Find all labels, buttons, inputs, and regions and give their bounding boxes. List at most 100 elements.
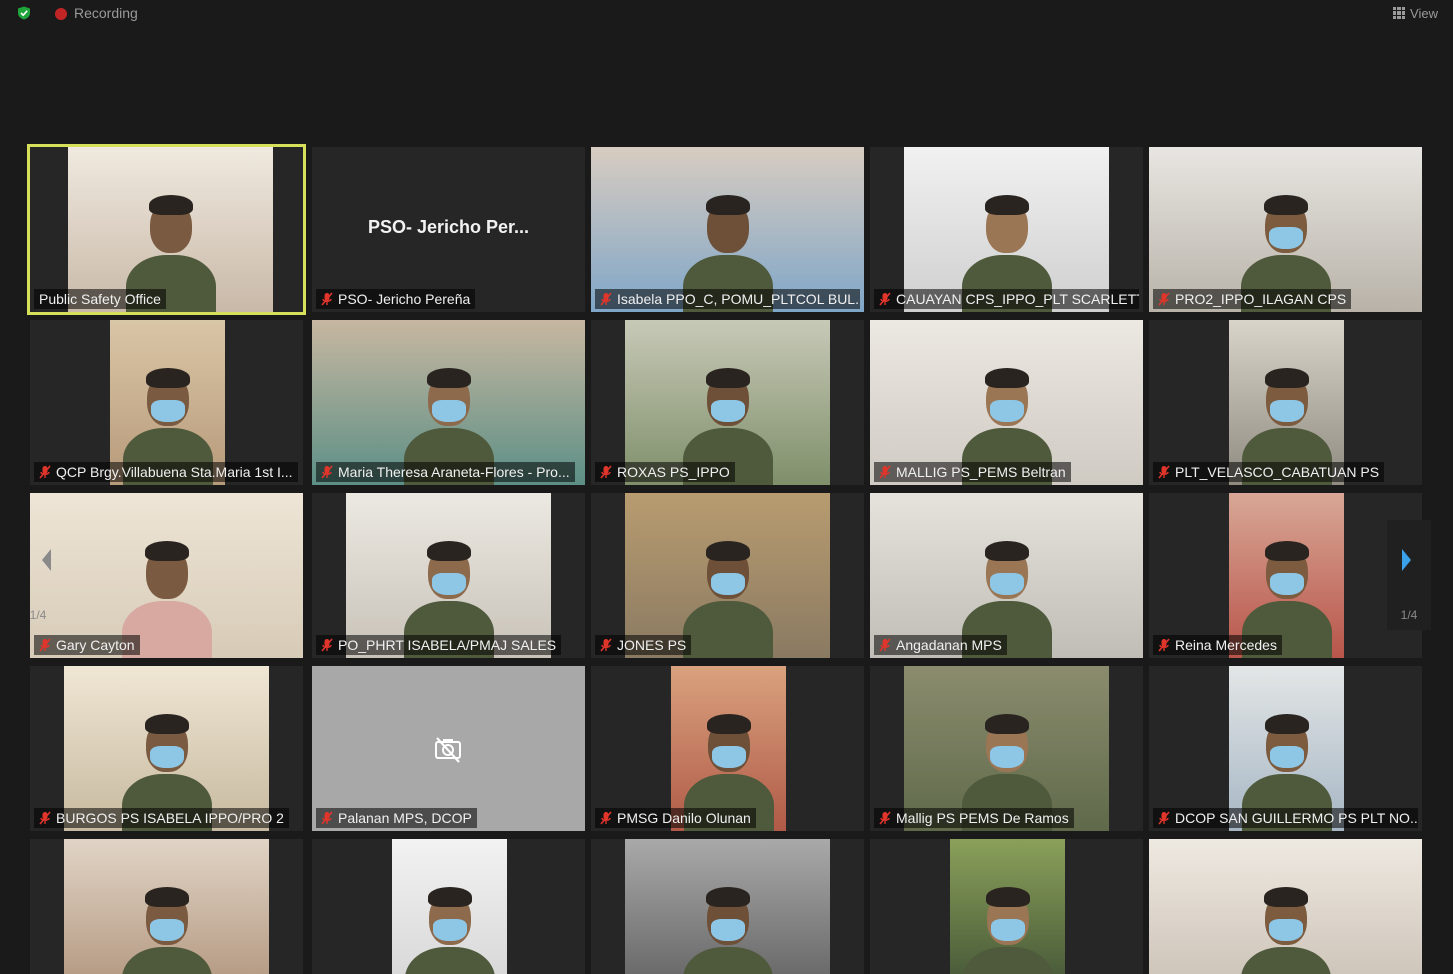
participant-name-tag: Gary Cayton xyxy=(34,635,140,655)
participant-tile[interactable]: QCP Brgy.Villabuena Sta.Maria 1st I... xyxy=(30,320,303,485)
participant-video xyxy=(1229,493,1344,658)
participant-tile[interactable]: ROXAS PS_IPPO xyxy=(591,320,864,485)
muted-microphone-icon xyxy=(879,465,891,479)
participant-tile[interactable] xyxy=(1149,839,1422,974)
participant-video xyxy=(346,493,551,658)
participant-name-tag: Maria Theresa Araneta-Flores - Pro... xyxy=(316,462,575,482)
participant-name: Mallig PS PEMS De Ramos xyxy=(896,810,1069,826)
participant-video xyxy=(625,320,830,485)
participant-tile[interactable]: Public Safety Office xyxy=(27,144,306,315)
participant-tile[interactable]: Mallig PS PEMS De Ramos xyxy=(870,666,1143,831)
muted-microphone-icon xyxy=(1158,465,1170,479)
participant-name-tag: Palanan MPS, DCOP xyxy=(316,808,477,828)
muted-microphone-icon xyxy=(600,811,612,825)
participant-name: Palanan MPS, DCOP xyxy=(338,810,472,826)
muted-microphone-icon xyxy=(39,465,51,479)
participant-name-tag: Mallig PS PEMS De Ramos xyxy=(874,808,1074,828)
participant-video xyxy=(904,666,1109,831)
participant-video xyxy=(671,666,786,831)
participant-video xyxy=(30,493,303,658)
participant-name-tag: JONES PS xyxy=(595,635,692,655)
participant-name-tag: Public Safety Office xyxy=(34,289,166,309)
participant-name: BURGOS PS ISABELA IPPO/PRO 2 xyxy=(56,810,284,826)
muted-microphone-icon xyxy=(321,465,333,479)
participant-tile[interactable]: Maria Theresa Araneta-Flores - Pro... xyxy=(312,320,585,485)
muted-microphone-icon xyxy=(879,811,891,825)
participant-name: Maria Theresa Araneta-Flores - Pro... xyxy=(338,464,570,480)
participant-tile[interactable]: Gary Cayton xyxy=(30,493,303,658)
participant-name: MALLIG PS_PEMS Beltran xyxy=(896,464,1066,480)
view-button[interactable]: View xyxy=(1393,4,1438,22)
participant-tile[interactable]: PLT_VELASCO_CABATUAN PS xyxy=(1149,320,1422,485)
participant-tile[interactable]: DCOP SAN GUILLERMO PS PLT NO... xyxy=(1149,666,1422,831)
participant-video xyxy=(870,493,1143,658)
grid-view-icon xyxy=(1393,7,1406,19)
participant-tile[interactable] xyxy=(30,839,303,974)
participant-tile[interactable]: Reina Mercedes xyxy=(1149,493,1422,658)
participant-tile[interactable]: PO_PHRT ISABELA/PMAJ SALES xyxy=(312,493,585,658)
participant-video xyxy=(625,493,830,658)
camera-off-icon xyxy=(435,737,461,763)
muted-microphone-icon xyxy=(600,638,612,652)
participant-video xyxy=(312,320,585,485)
participant-video xyxy=(950,839,1065,974)
participant-name-tag: QCP Brgy.Villabuena Sta.Maria 1st I... xyxy=(34,462,298,482)
page-indicator-right: 1/4 xyxy=(1400,608,1418,622)
security-shield-icon[interactable] xyxy=(17,6,31,20)
muted-microphone-icon xyxy=(39,811,51,825)
participant-tile[interactable]: PRO2_IPPO_ILAGAN CPS xyxy=(1149,147,1422,312)
participant-video xyxy=(68,147,273,312)
page-indicator-left: 1/4 xyxy=(29,608,47,622)
participant-name-tag: PSO- Jericho Pereña xyxy=(316,289,476,309)
participant-tile[interactable]: PMSG Danilo Olunan xyxy=(591,666,864,831)
participant-name: ROXAS PS_IPPO xyxy=(617,464,730,480)
muted-microphone-icon xyxy=(600,465,612,479)
muted-microphone-icon xyxy=(879,638,891,652)
participant-name: QCP Brgy.Villabuena Sta.Maria 1st I... xyxy=(56,464,293,480)
recording-dot-icon xyxy=(55,8,67,20)
participant-tile[interactable]: PSO- Jericho Per... PSO- Jericho Pereña xyxy=(312,147,585,312)
participant-name-tag: ROXAS PS_IPPO xyxy=(595,462,735,482)
participant-display-name: PSO- Jericho Per... xyxy=(367,217,530,237)
participant-tile[interactable]: MALLIG PS_PEMS Beltran xyxy=(870,320,1143,485)
participant-figure xyxy=(405,869,495,974)
muted-microphone-icon xyxy=(1158,292,1170,306)
participant-tile[interactable]: Isabela PPO_C, POMU_PLTCOL BUL... xyxy=(591,147,864,312)
participant-tile[interactable] xyxy=(870,839,1143,974)
muted-microphone-icon xyxy=(321,811,333,825)
participant-tile[interactable]: JONES PS xyxy=(591,493,864,658)
muted-microphone-icon xyxy=(1158,638,1170,652)
participant-name: Public Safety Office xyxy=(39,291,161,307)
muted-microphone-icon xyxy=(600,292,612,306)
participant-name: Reina Mercedes xyxy=(1175,637,1277,653)
recording-label[interactable]: Recording xyxy=(74,5,138,21)
previous-page-button[interactable]: 1/4 xyxy=(22,520,66,630)
participant-tile[interactable]: BURGOS PS ISABELA IPPO/PRO 2 xyxy=(30,666,303,831)
participant-tile[interactable] xyxy=(591,839,864,974)
participant-name-tag: MALLIG PS_PEMS Beltran xyxy=(874,462,1071,482)
participant-name-tag: PO_PHRT ISABELA/PMAJ SALES xyxy=(316,635,562,655)
participant-figure xyxy=(963,869,1053,974)
zoom-meeting-window: Recording View Public Safety Office PSO- … xyxy=(0,0,1453,974)
chevron-right-icon xyxy=(1402,549,1411,571)
participant-tile[interactable] xyxy=(312,839,585,974)
participant-figure xyxy=(1241,869,1331,974)
participant-name-tag: PMSG Danilo Olunan xyxy=(595,808,756,828)
participant-name: PMSG Danilo Olunan xyxy=(617,810,751,826)
participant-name-tag: Isabela PPO_C, POMU_PLTCOL BUL... xyxy=(595,289,860,309)
participant-video xyxy=(64,839,269,974)
participant-video xyxy=(625,839,830,974)
participant-video xyxy=(64,666,269,831)
participant-video xyxy=(1149,147,1422,312)
participant-tile[interactable]: CAUAYAN CPS_IPPO_PLT SCARLETT... xyxy=(870,147,1143,312)
participant-tile[interactable]: Palanan MPS, DCOP xyxy=(312,666,585,831)
participant-name: Angadanan MPS xyxy=(896,637,1002,653)
next-page-button[interactable]: 1/4 xyxy=(1387,520,1431,630)
participant-video xyxy=(1229,320,1344,485)
participant-name: PLT_VELASCO_CABATUAN PS xyxy=(1175,464,1380,480)
participant-video xyxy=(110,320,225,485)
participant-name: CAUAYAN CPS_IPPO_PLT SCARLETT... xyxy=(896,291,1139,307)
muted-microphone-icon xyxy=(321,638,333,652)
participant-figure xyxy=(122,869,212,974)
participant-tile[interactable]: Angadanan MPS xyxy=(870,493,1143,658)
